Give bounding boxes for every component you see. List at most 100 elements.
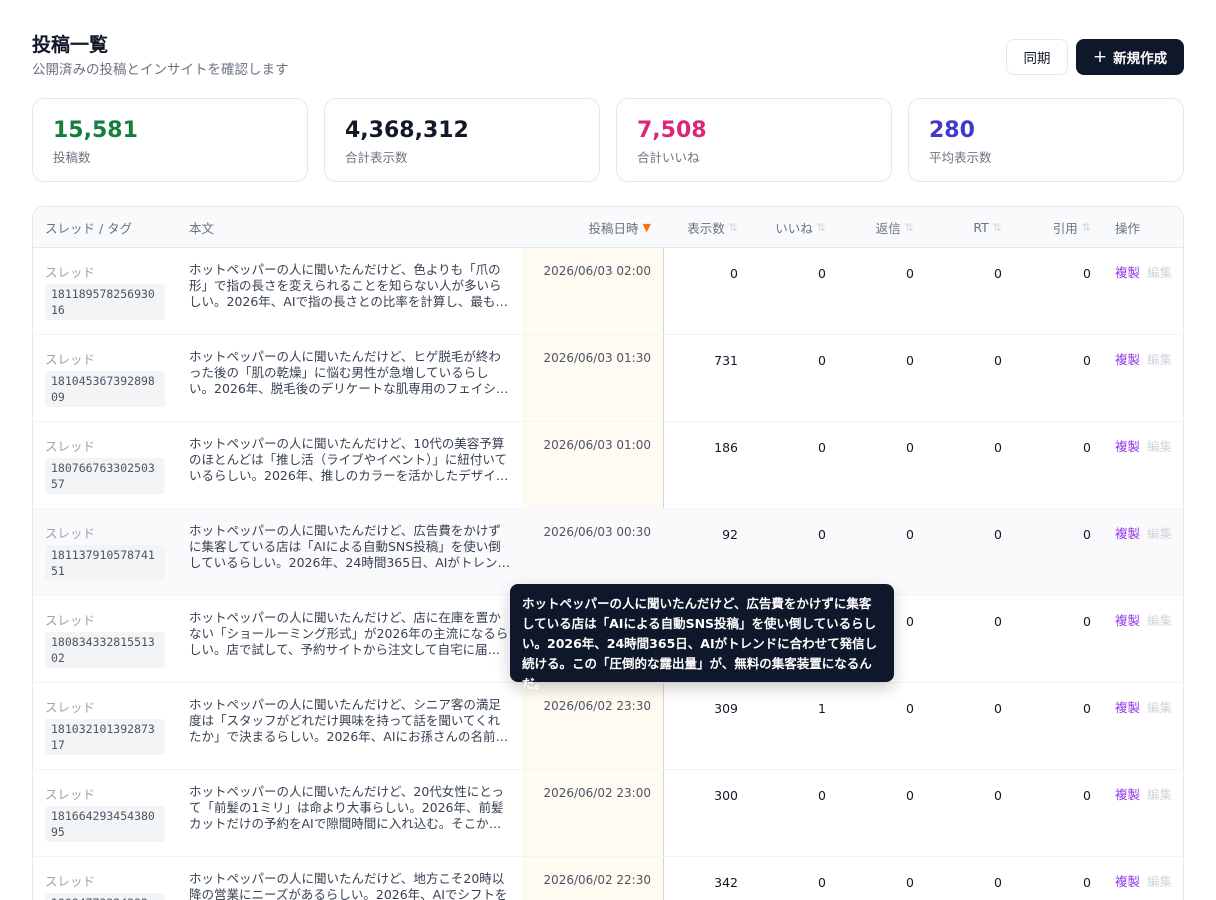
post-body: ホットペッパーの人に聞いたんだけど、シニア客の満足度は「スタッフがどれだけ興味を… xyxy=(189,697,509,744)
replies-count: 0 xyxy=(906,440,914,455)
thread-label: スレッド xyxy=(45,526,96,541)
stat-label: 合計表示数 xyxy=(345,150,408,165)
likes-count: 0 xyxy=(818,353,826,368)
thread-label: スレッド xyxy=(45,700,96,715)
likes-count: 0 xyxy=(818,875,826,890)
th-rt[interactable]: RT ⇅ xyxy=(914,207,1002,248)
th-likes-label: いいね xyxy=(775,221,813,236)
copy-link[interactable]: 複製 xyxy=(1115,523,1140,542)
replies-count: 0 xyxy=(906,266,914,281)
post-date: 2026/06/02 23:30 xyxy=(543,699,651,713)
replies-count: 0 xyxy=(906,353,914,368)
page-title: 投稿一覧 xyxy=(32,34,109,56)
thread-id: 18076676330250357 xyxy=(45,458,165,494)
quotes-count: 0 xyxy=(1083,266,1091,281)
copy-link[interactable]: 複製 xyxy=(1115,262,1140,281)
post-date: 2026/06/03 00:30 xyxy=(543,525,651,539)
post-date: 2026/06/03 02:00 xyxy=(543,264,651,278)
edit-link[interactable]: 編集 xyxy=(1147,523,1172,542)
thread-label: スレッド xyxy=(45,874,96,889)
edit-link[interactable]: 編集 xyxy=(1147,436,1172,455)
table-row: スレッド 18084773324332 ホットペッパーの人に聞いたんだけど、地方… xyxy=(33,857,1183,900)
views-count: 731 xyxy=(714,353,738,368)
thread-id: 18104536739289809 xyxy=(45,371,165,407)
post-date: 2026/06/02 23:00 xyxy=(543,786,651,800)
stat-label: 投稿数 xyxy=(53,150,91,165)
edit-link[interactable]: 編集 xyxy=(1147,697,1172,716)
copy-link[interactable]: 複製 xyxy=(1115,871,1140,890)
new-post-label: 新規作成 xyxy=(1113,51,1168,67)
th-date[interactable]: 投稿日時 ▼ xyxy=(522,207,651,248)
likes-count: 1 xyxy=(818,701,826,716)
replies-count: 0 xyxy=(906,527,914,542)
sort-icon[interactable]: ⇅ xyxy=(1082,221,1091,234)
sort-icon[interactable]: ⇅ xyxy=(729,221,738,234)
rt-count: 0 xyxy=(994,266,1002,281)
new-post-button[interactable]: + 新規作成 xyxy=(1076,39,1184,75)
stat-value: 15,581 xyxy=(53,118,138,143)
th-rt-label: RT xyxy=(973,220,989,235)
thread-label: スレッド xyxy=(45,265,96,280)
rt-count: 0 xyxy=(994,701,1002,716)
edit-link[interactable]: 編集 xyxy=(1147,610,1172,629)
quotes-count: 0 xyxy=(1083,527,1091,542)
post-body[interactable]: ホットペッパーの人に聞いたんだけど、広告費をかけずに集客している店は「AIによる… xyxy=(189,523,511,571)
copy-link[interactable]: 複製 xyxy=(1115,349,1140,368)
sort-desc-icon[interactable]: ▼ xyxy=(643,221,651,234)
th-quotes[interactable]: 引用 ⇅ xyxy=(1002,207,1091,248)
th-replies[interactable]: 返信 ⇅ xyxy=(826,207,914,248)
views-count: 186 xyxy=(714,440,738,455)
sync-button[interactable]: 同期 xyxy=(1006,39,1068,75)
table-row: スレッド 18076676330250357 ホットペッパーの人に聞いたんだけど… xyxy=(33,422,1183,509)
stat-value: 280 xyxy=(929,118,975,143)
likes-count: 0 xyxy=(818,266,826,281)
edit-link[interactable]: 編集 xyxy=(1147,784,1172,803)
post-date: 2026/06/03 01:00 xyxy=(543,438,651,452)
thread-id: 18084773324332 xyxy=(45,893,165,900)
edit-link[interactable]: 編集 xyxy=(1147,871,1172,890)
quotes-count: 0 xyxy=(1083,788,1091,803)
quotes-count: 0 xyxy=(1083,701,1091,716)
sort-icon[interactable]: ⇅ xyxy=(993,221,1002,234)
likes-count: 0 xyxy=(818,527,826,542)
thread-label: スレッド xyxy=(45,352,96,367)
replies-count: 0 xyxy=(906,788,914,803)
th-views[interactable]: 表示数 ⇅ xyxy=(664,207,738,248)
th-views-label: 表示数 xyxy=(687,221,725,236)
thread-id: 18113791057874151 xyxy=(45,545,165,581)
th-actions: 操作 xyxy=(1115,221,1141,236)
sort-icon[interactable]: ⇅ xyxy=(905,221,914,234)
likes-count: 0 xyxy=(818,440,826,455)
copy-link[interactable]: 複製 xyxy=(1115,436,1140,455)
rt-count: 0 xyxy=(994,440,1002,455)
thread-id: 18103210139287317 xyxy=(45,719,165,755)
post-body: ホットペッパーの人に聞いたんだけど、10代の美容予算のほとんどは「推し活（ライブ… xyxy=(189,436,509,483)
thread-label: スレッド xyxy=(45,439,96,454)
post-date: 2026/06/02 22:30 xyxy=(543,873,651,887)
quotes-count: 0 xyxy=(1083,614,1091,629)
post-body: ホットペッパーの人に聞いたんだけど、20代女性にとって「前髪の1ミリ」は命より大… xyxy=(189,784,504,831)
thread-id: 18083433281551302 xyxy=(45,632,165,668)
likes-count: 0 xyxy=(818,788,826,803)
th-likes[interactable]: いいね ⇅ xyxy=(738,207,826,248)
table-row: スレッド 18104536739289809 ホットペッパーの人に聞いたんだけど… xyxy=(33,335,1183,422)
thread-label: スレッド xyxy=(45,787,96,802)
copy-link[interactable]: 複製 xyxy=(1115,697,1140,716)
sort-icon[interactable]: ⇅ xyxy=(817,221,826,234)
copy-link[interactable]: 複製 xyxy=(1115,610,1140,629)
post-date: 2026/06/03 01:30 xyxy=(543,351,651,365)
stat-card-avg-views: 280 平均表示数 xyxy=(908,98,1184,182)
edit-link[interactable]: 編集 xyxy=(1147,262,1172,281)
page-header: 投稿一覧 公開済みの投稿とインサイトを確認します xyxy=(32,33,289,79)
rt-count: 0 xyxy=(994,353,1002,368)
rt-count: 0 xyxy=(994,788,1002,803)
stat-label: 平均表示数 xyxy=(929,150,992,165)
edit-link[interactable]: 編集 xyxy=(1147,349,1172,368)
copy-link[interactable]: 複製 xyxy=(1115,784,1140,803)
views-count: 309 xyxy=(714,701,738,716)
table-row: スレッド 18113791057874151 ホットペッパーの人に聞いたんだけど… xyxy=(33,509,1183,596)
quotes-count: 0 xyxy=(1083,440,1091,455)
views-count: 92 xyxy=(722,527,738,542)
thread-label: スレッド xyxy=(45,613,96,628)
posts-table: スレッド / タグ 本文 投稿日時 ▼ 表示数 ⇅ いいね ⇅ 返信 ⇅ RT … xyxy=(32,206,1184,900)
